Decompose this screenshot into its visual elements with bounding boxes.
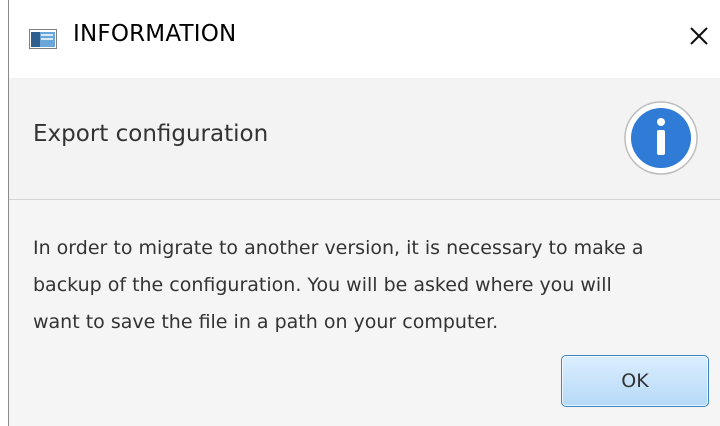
dialog-content: In order to migrate to another version, … [9, 200, 720, 426]
header-text: Export configuration [33, 121, 269, 147]
app-window-icon [29, 29, 57, 49]
window-title: INFORMATION [73, 21, 237, 47]
dialog-header: Export configuration [9, 78, 720, 200]
close-icon[interactable] [685, 22, 713, 50]
info-icon [624, 101, 698, 175]
information-dialog: INFORMATION Export configuration In orde… [8, 0, 720, 426]
title-bar: INFORMATION [9, 0, 720, 78]
ok-button[interactable]: OK [561, 355, 709, 407]
message-text: In order to migrate to another version, … [33, 237, 644, 333]
